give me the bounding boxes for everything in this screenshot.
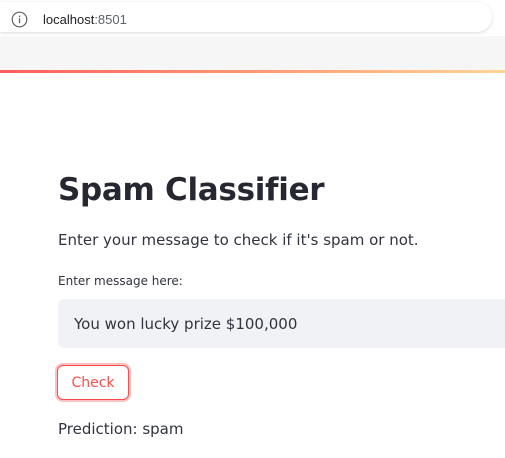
url-text[interactable]: localhost:8501 <box>43 12 127 27</box>
url-port: :8501 <box>94 12 127 27</box>
address-bar[interactable]: localhost:8501 <box>0 2 492 32</box>
prediction-result: Prediction: spam <box>58 420 184 438</box>
info-icon[interactable] <box>11 11 28 28</box>
browser-bar: localhost:8501 <box>0 0 505 36</box>
page-subtitle: Enter your message to check if it's spam… <box>58 231 419 249</box>
message-input[interactable] <box>58 299 505 348</box>
header-decoration-bar <box>0 70 505 73</box>
page-title: Spam Classifier <box>58 172 325 208</box>
message-input-label: Enter message here: <box>58 274 183 288</box>
check-button[interactable]: Check <box>57 365 129 400</box>
url-host: localhost <box>43 12 95 27</box>
app-header <box>0 36 505 70</box>
